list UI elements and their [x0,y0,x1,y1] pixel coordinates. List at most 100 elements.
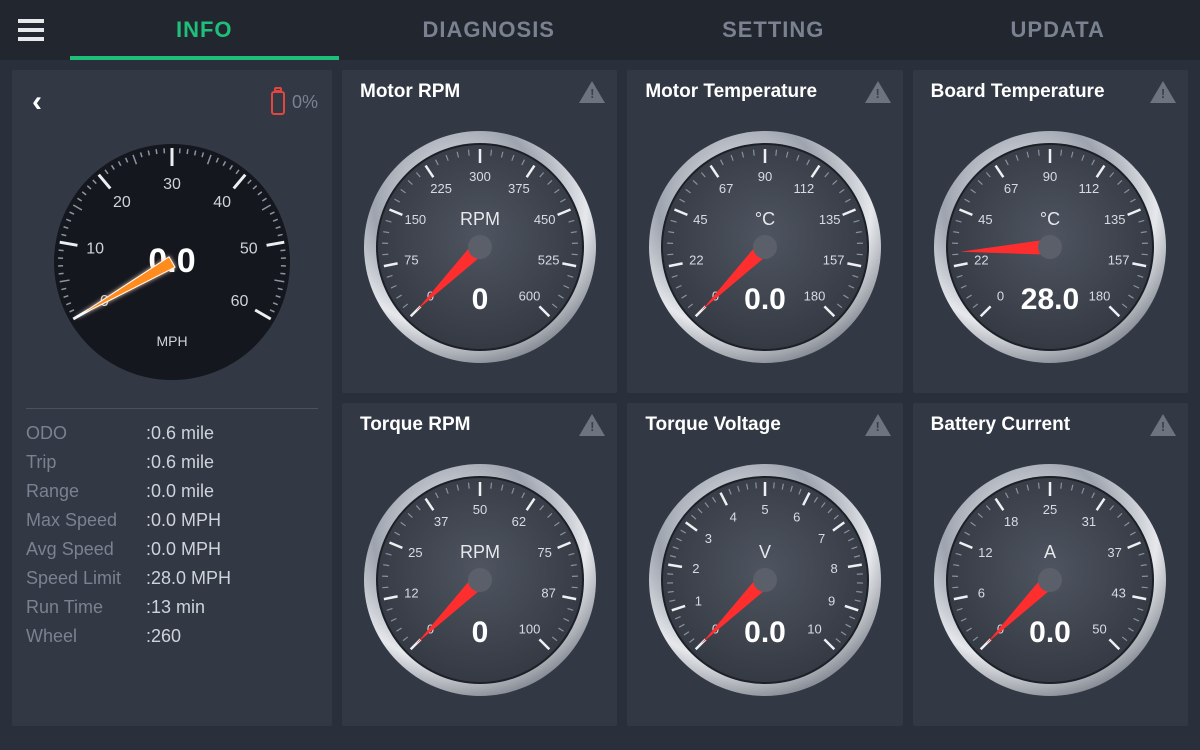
svg-text:37: 37 [1108,545,1122,560]
battery-icon [270,88,286,116]
stat-row: Trip:0.6 mile [26,448,318,477]
gauge-card: Torque Voltage012345678910V0.0 [627,403,902,726]
tab-updata[interactable]: UPDATA [916,0,1200,60]
left-panel: ‹ 0% 01020304050600.0MPH ODO:0.6 mileTri… [12,70,332,726]
warning-icon[interactable] [865,81,891,103]
stat-key: Max Speed [26,506,146,535]
svg-text:90: 90 [1043,169,1057,184]
gauge: 022456790112135157180°C28.0 [930,127,1170,367]
svg-text:30: 30 [163,176,181,193]
gauge-title: Battery Current [931,414,1070,436]
warning-icon[interactable] [1150,414,1176,436]
menu-icon[interactable] [0,0,62,60]
warning-icon[interactable] [579,81,605,103]
svg-text:75: 75 [404,252,418,267]
svg-text:60: 60 [231,293,249,310]
stat-value: :0.0 mile [146,477,318,506]
svg-text:112: 112 [1079,180,1100,195]
svg-text:45: 45 [693,212,707,227]
svg-text:12: 12 [978,545,992,560]
stat-value: :28.0 MPH [146,564,318,593]
svg-text:2: 2 [692,561,699,576]
tab-bar: INFO DIAGNOSIS SETTING UPDATA [62,0,1200,60]
gauge-card: Board Temperature022456790112135157180°C… [913,70,1188,393]
stat-value: :0.0 MPH [146,535,318,564]
stat-key: Range [26,477,146,506]
stat-unit: MPH [191,568,231,588]
svg-text:°C: °C [1040,209,1060,229]
svg-text:525: 525 [537,252,559,267]
svg-text:25: 25 [408,545,422,560]
back-button[interactable]: ‹ [26,85,48,119]
svg-text:112: 112 [794,180,815,195]
svg-text:4: 4 [730,509,737,524]
tab-setting[interactable]: SETTING [631,0,916,60]
gauge-title: Motor Temperature [645,81,817,103]
gauge-card: Motor Temperature022456790112135157180°C… [627,70,902,393]
svg-text:0: 0 [471,616,488,649]
stat-row: Run Time:13 min [26,593,318,622]
svg-text:31: 31 [1082,513,1096,528]
speedometer: 01020304050600.0MPH [42,132,302,392]
stat-value: :260 [146,622,318,651]
svg-text:6: 6 [793,509,800,524]
stat-value: :0.0 MPH [146,506,318,535]
warning-icon[interactable] [1150,81,1176,103]
svg-text:18: 18 [1004,513,1018,528]
svg-text:62: 62 [511,513,525,528]
stat-row: Wheel:260 [26,622,318,651]
stat-row: Max Speed:0.0 MPH [26,506,318,535]
svg-text:6: 6 [978,585,985,600]
gauge-title: Board Temperature [931,81,1105,103]
svg-text:135: 135 [819,212,841,227]
svg-text:150: 150 [404,212,426,227]
top-bar: INFO DIAGNOSIS SETTING UPDATA [0,0,1200,60]
svg-text:0: 0 [471,283,488,316]
svg-text:3: 3 [705,530,712,545]
svg-text:28.0: 28.0 [1021,283,1079,316]
gauge-title: Torque RPM [360,414,470,436]
stat-unit: mile [181,423,214,443]
svg-text:7: 7 [818,530,825,545]
svg-text:9: 9 [828,593,835,608]
svg-text:A: A [1044,542,1056,562]
gauge: 012345678910V0.0 [645,460,885,700]
tab-info[interactable]: INFO [62,0,347,60]
svg-text:600: 600 [518,288,540,303]
tab-diagnosis[interactable]: DIAGNOSIS [347,0,632,60]
svg-text:MPH: MPH [156,333,187,349]
svg-text:225: 225 [430,180,452,195]
warning-icon[interactable] [579,414,605,436]
svg-text:20: 20 [113,194,131,211]
svg-text:50: 50 [1093,621,1107,636]
svg-text:50: 50 [240,240,258,257]
gauge: 075150225300375450525600RPM0 [360,127,600,367]
stat-key: Avg Speed [26,535,146,564]
stat-key: Speed Limit [26,564,146,593]
battery-pct: 0% [292,92,318,113]
svg-text:157: 157 [1108,252,1130,267]
svg-text:180: 180 [1089,288,1111,303]
stat-key: Run Time [26,593,146,622]
stat-unit: min [176,597,205,617]
svg-text:0: 0 [997,288,1004,303]
svg-text:1: 1 [695,593,702,608]
svg-text:0.0: 0.0 [744,283,786,316]
svg-text:25: 25 [1043,502,1057,517]
stat-unit: mile [181,481,214,501]
svg-text:67: 67 [719,180,733,195]
svg-text:RPM: RPM [460,209,500,229]
stat-value: :0.6 mile [146,419,318,448]
stat-unit: MPH [181,510,221,530]
svg-text:157: 157 [823,252,845,267]
svg-text:RPM: RPM [460,542,500,562]
svg-text:100: 100 [518,621,540,636]
warning-icon[interactable] [865,414,891,436]
gauge-card: Battery Current0612182531374350A0.0 [913,403,1188,726]
svg-text:37: 37 [434,513,448,528]
svg-text:8: 8 [831,561,838,576]
gauge-card: Motor RPM075150225300375450525600RPM0 [342,70,617,393]
gauge: 0612182531374350A0.0 [930,460,1170,700]
stat-row: Avg Speed:0.0 MPH [26,535,318,564]
stat-value: :0.6 mile [146,448,318,477]
